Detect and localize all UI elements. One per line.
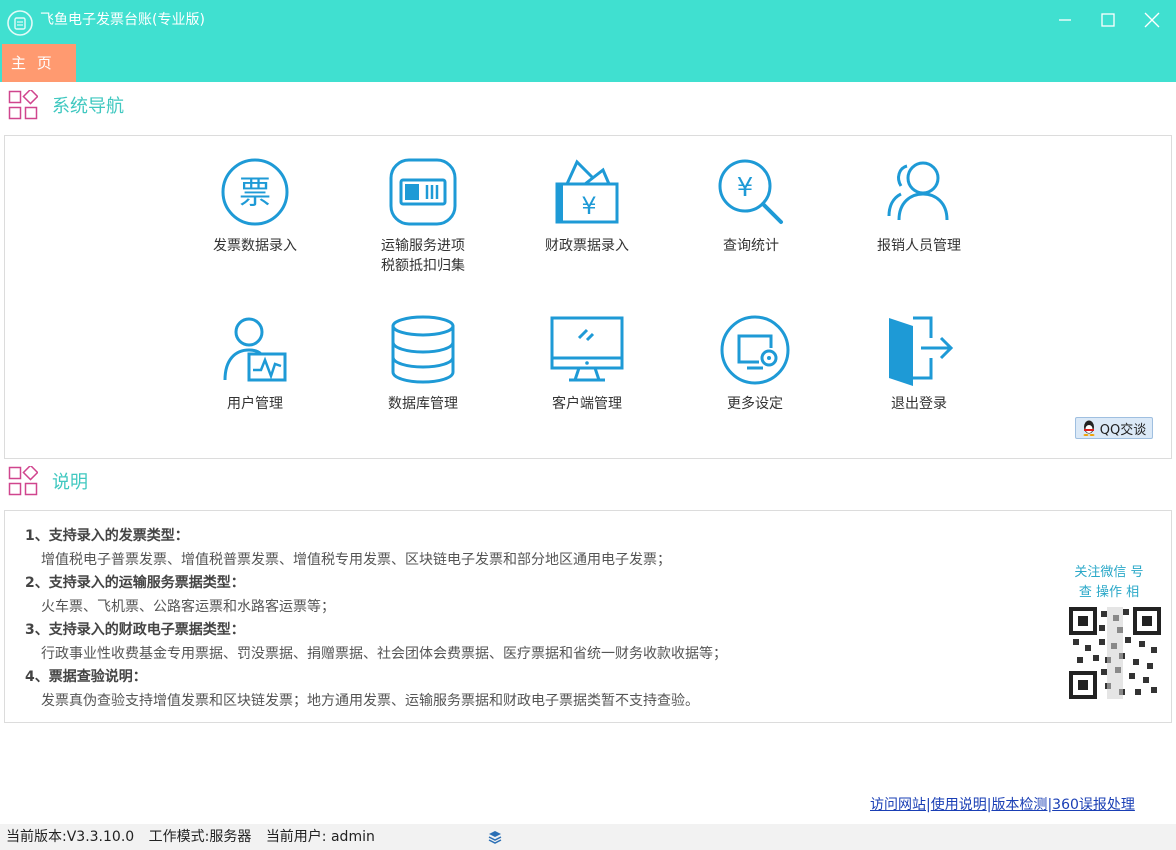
grid-icon [8,90,38,120]
nav-label: 客户端管理 [552,396,622,412]
nav-client-management[interactable]: 客户端管理 [512,314,662,414]
title-bar: 飞鱼电子发票台账(专业版) 主 页 [0,0,1176,82]
window-title: 飞鱼电子发票台账(专业版) [40,12,205,28]
wallet-icon: ¥ [555,159,619,224]
users-icon [887,161,949,221]
grid-icon [8,466,38,496]
wechat-promo-line2: 查 操作 相 [1078,585,1140,600]
wechat-promo: 关注微信 号 查 操作 相 [1053,563,1165,603]
nav-label: 更多设定 [727,396,783,412]
nav-query-stats[interactable]: ¥ 查询统计 [676,156,826,256]
nav-label: 用户管理 [227,396,283,412]
desc-text: 增值税电子普票发票、增值税普票发票、增值税专用发票、区块链电子发票和部分地区通用… [41,551,671,568]
user-chart-icon [223,317,287,382]
nav-user-management[interactable]: 用户管理 [180,314,330,414]
database-icon [391,315,455,384]
minimize-icon [1059,19,1071,21]
desc-list: 1、支持录入的发票类型： 增值税电子普票发票、增值税普票发票、增值税专用发票、区… [25,525,727,713]
footer-links: 访问网站|使用说明|版本检测|360误报处理 [870,797,1135,813]
svg-text:票: 票 [239,173,271,211]
desc-text: 发票真伪查验支持增值发票和区块链发票；地方通用发票、运输服务票据和财政电子票据类… [41,692,699,709]
qq-chat-button[interactable]: QQ交谈 [1075,417,1153,439]
nav-section-title: 系统导航 [52,96,124,117]
nav-transport-deduction[interactable]: 运输服务进项 税额抵扣归集 [348,156,498,276]
link-version-check[interactable]: 版本检测 [991,797,1047,813]
status-version: 当前版本:V3.3.10.0 [6,829,135,845]
nav-invoice-entry[interactable]: 票 发票数据录入 [180,156,330,256]
minimize-button[interactable] [1050,6,1080,34]
tab-home[interactable]: 主 页 [2,44,76,82]
desc-heading: 2、支持录入的运输服务票据类型： [25,575,245,591]
close-icon [1144,12,1160,28]
svg-text:¥: ¥ [737,173,754,203]
nav-logout[interactable]: 退出登录 [844,314,994,414]
search-yen-icon: ¥ [718,159,783,224]
desc-section-title: 说明 [52,472,88,493]
layers-icon [488,831,502,844]
nav-panel: 票 发票数据录入 运输服务进项 税额抵扣归集 ¥ 财政票据录入 ¥ 查询统计 报… [4,135,1172,459]
desc-section-header: 说明 [8,466,88,496]
app-logo-icon [7,10,33,36]
status-user: 当前用户: admin [265,829,375,845]
ticket-icon [389,158,457,226]
nav-label: 运输服务进项 税额抵扣归集 [381,238,465,274]
nav-database-management[interactable]: 数据库管理 [348,314,498,414]
settings-icon [720,315,790,385]
nav-section-header: 系统导航 [8,90,124,120]
nav-label: 报销人员管理 [877,238,961,254]
desc-panel: 1、支持录入的发票类型： 增值税电子普票发票、增值税普票发票、增值税专用发票、区… [4,510,1172,723]
close-button[interactable] [1137,6,1167,34]
desc-heading: 3、支持录入的财政电子票据类型： [25,622,245,638]
link-360-false-positive[interactable]: 360误报处理 [1052,797,1135,813]
nav-label: 数据库管理 [388,396,458,412]
nav-more-settings[interactable]: 更多设定 [680,314,830,414]
nav-label: 财政票据录入 [545,238,629,254]
status-bar: 当前版本:V3.3.10.0 工作模式:服务器 当前用户: admin [0,824,1176,850]
desc-heading: 4、票据查验说明： [25,669,147,685]
qq-chat-label: QQ交谈 [1099,422,1147,438]
status-mode: 工作模式:服务器 [148,829,252,845]
desc-text: 行政事业性收费基金专用票据、罚没票据、捐赠票据、社会团体会费票据、医疗票据和省统… [41,645,727,662]
qr-code-icon [1069,607,1161,699]
nav-reimburse-staff[interactable]: 报销人员管理 [844,156,994,256]
maximize-button[interactable] [1093,6,1123,34]
nav-label: 退出登录 [891,396,947,412]
link-user-guide[interactable]: 使用说明 [931,797,987,813]
nav-fiscal-entry[interactable]: ¥ 财政票据录入 [512,156,662,256]
svg-text:¥: ¥ [581,192,596,220]
invoice-icon: 票 [221,158,289,226]
desc-heading: 1、支持录入的发票类型： [25,528,189,544]
desc-text: 火车票、飞机票、公路客运票和水路客运票等； [41,598,335,615]
maximize-icon [1101,13,1115,27]
nav-label: 查询统计 [723,238,779,254]
qq-penguin-icon [1083,420,1095,436]
monitor-icon [550,316,624,382]
nav-label: 发票数据录入 [213,238,297,254]
link-visit-website[interactable]: 访问网站 [870,797,926,813]
wechat-promo-line1: 关注微信 号 [1074,565,1144,580]
logout-icon [889,316,954,386]
